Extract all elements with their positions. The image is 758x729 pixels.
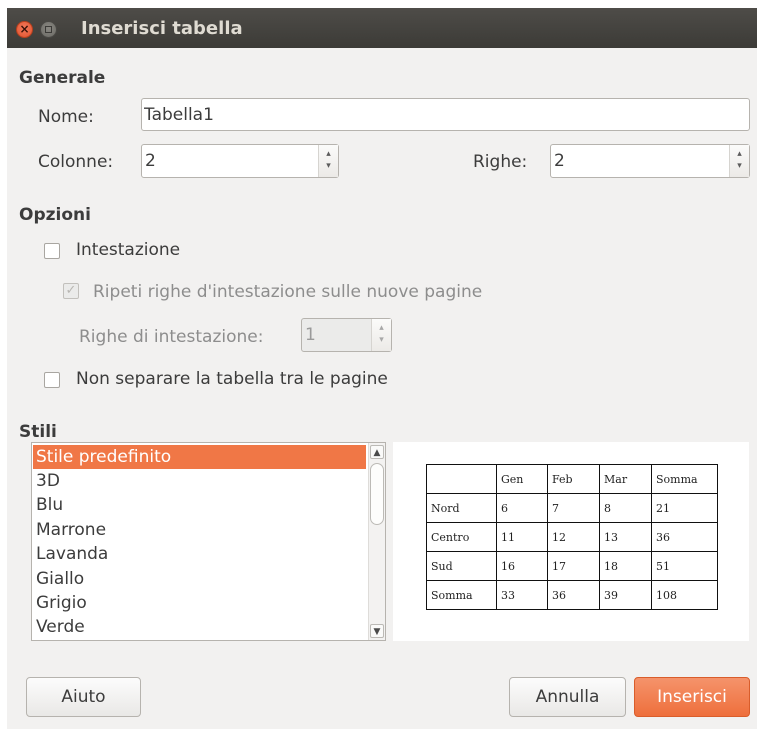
preview-cell: 108 xyxy=(651,580,718,610)
list-item[interactable]: 3D xyxy=(33,469,366,493)
preview-cell: 18 xyxy=(599,551,652,581)
preview-cell: Mar xyxy=(599,464,652,494)
colonne-spin-arrows[interactable]: ▴ ▾ xyxy=(318,145,338,177)
non-separare-label[interactable]: Non separare la tabella tra le pagine xyxy=(76,369,388,389)
righe-spinner[interactable]: 2 ▴ ▾ xyxy=(550,144,750,178)
righe-intestazione-label: Righe di intestazione: xyxy=(79,327,264,347)
righe-spin-arrows[interactable]: ▴ ▾ xyxy=(729,145,749,177)
spin-down-icon[interactable]: ▾ xyxy=(319,160,338,172)
list-item[interactable]: Marrone xyxy=(33,518,366,542)
non-separare-checkbox[interactable] xyxy=(44,372,60,388)
table-row: Sud 16 17 18 51 xyxy=(426,551,718,581)
colonne-spinner[interactable]: 2 ▴ ▾ xyxy=(141,144,339,178)
section-stili-heading: Stili xyxy=(19,422,57,442)
list-item[interactable]: Giallo xyxy=(33,567,366,591)
preview-cell: 36 xyxy=(547,580,600,610)
righe-intestazione-spinner: 1 ▴ ▾ xyxy=(301,318,392,352)
styles-scrollbar[interactable]: ▲ ▼ xyxy=(368,443,385,640)
preview-cell: Somma xyxy=(426,580,497,610)
preview-cell: Centro xyxy=(426,522,497,552)
spin-up-icon[interactable]: ▴ xyxy=(319,148,338,160)
ripeti-checkbox: ✓ xyxy=(63,283,79,299)
scroll-down-icon[interactable]: ▼ xyxy=(370,624,384,638)
preview-cell: 36 xyxy=(651,522,718,552)
spin-down-icon: ▾ xyxy=(379,335,384,345)
righe-label: Righe: xyxy=(473,152,528,172)
table-row: Somma 33 36 39 108 xyxy=(426,580,718,610)
preview-cell: Feb xyxy=(547,464,600,494)
intestazione-label[interactable]: Intestazione xyxy=(76,240,180,260)
table-row: Nord 6 7 8 21 xyxy=(426,493,718,523)
list-item[interactable]: Grigio xyxy=(33,591,366,615)
preview-table: Gen Feb Mar Somma Nord 6 7 8 21 Centro 1… xyxy=(426,464,718,610)
colonne-value: 2 xyxy=(145,151,156,171)
close-icon[interactable]: × xyxy=(16,21,33,38)
preview-cell: 12 xyxy=(547,522,600,552)
preview-cell: 39 xyxy=(599,580,652,610)
preview-cell: 8 xyxy=(599,493,652,523)
scrollbar-thumb[interactable] xyxy=(370,463,384,525)
insert-button[interactable]: Inserisci xyxy=(634,677,750,717)
preview-cell: Sud xyxy=(426,551,497,581)
preview-cell: 13 xyxy=(599,522,652,552)
preview-cell: 33 xyxy=(496,580,548,610)
section-generale-heading: Generale xyxy=(19,68,106,88)
title-bar: × Inserisci tabella xyxy=(7,8,757,48)
list-item[interactable]: Verde xyxy=(33,615,366,639)
minimize-icon[interactable] xyxy=(40,21,57,38)
window-title: Inserisci tabella xyxy=(81,18,243,39)
nome-input[interactable] xyxy=(141,98,750,131)
preview-cell: 17 xyxy=(547,551,600,581)
preview-cell: 11 xyxy=(496,522,548,552)
list-item[interactable]: Blu xyxy=(33,493,366,517)
intestazione-checkbox[interactable] xyxy=(44,243,60,259)
preview-cell: 51 xyxy=(651,551,718,581)
table-row: Gen Feb Mar Somma xyxy=(426,464,718,494)
spin-up-icon[interactable]: ▴ xyxy=(730,148,749,160)
list-item[interactable]: Lavanda xyxy=(33,542,366,566)
preview-cell: 6 xyxy=(496,493,548,523)
preview-cell: 16 xyxy=(496,551,548,581)
table-preview: Gen Feb Mar Somma Nord 6 7 8 21 Centro 1… xyxy=(393,442,749,641)
colonne-label: Colonne: xyxy=(38,152,114,172)
preview-cell: 21 xyxy=(651,493,718,523)
preview-cell: Somma xyxy=(651,464,718,494)
help-button[interactable]: Aiuto xyxy=(26,677,141,717)
preview-cell: 7 xyxy=(547,493,600,523)
styles-listbox[interactable]: Stile predefinito 3D Blu Marrone Lavanda… xyxy=(31,442,386,641)
scroll-up-icon[interactable]: ▲ xyxy=(370,445,384,459)
table-row: Centro 11 12 13 36 xyxy=(426,522,718,552)
spin-up-icon: ▴ xyxy=(379,323,384,333)
preview-cell: Gen xyxy=(496,464,548,494)
righe-intestazione-spin-arrows: ▴ ▾ xyxy=(371,319,391,351)
list-item[interactable]: Stile predefinito xyxy=(33,445,366,469)
cancel-button[interactable]: Annulla xyxy=(509,677,626,717)
preview-cell: Nord xyxy=(426,493,497,523)
preview-cell xyxy=(426,464,497,494)
righe-intestazione-value: 1 xyxy=(305,325,316,345)
righe-value: 2 xyxy=(554,151,565,171)
section-opzioni-heading: Opzioni xyxy=(19,205,91,225)
nome-label: Nome: xyxy=(38,107,94,127)
spin-down-icon[interactable]: ▾ xyxy=(730,160,749,172)
ripeti-label: Ripeti righe d'intestazione sulle nuove … xyxy=(93,282,483,302)
